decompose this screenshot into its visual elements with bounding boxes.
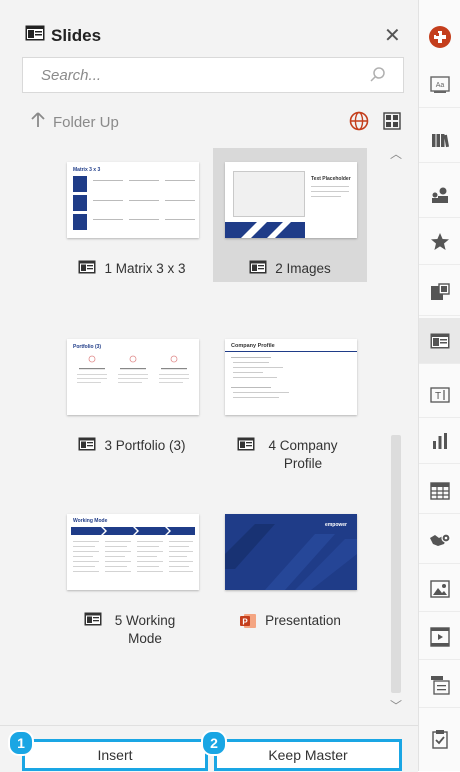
slide-thumbnail: Matrix 3 x 3: [67, 162, 199, 238]
smartart-icon[interactable]: [419, 270, 460, 316]
slide-thumbnail: Portfolio (3): [67, 339, 199, 415]
slide-tile-images[interactable]: Text Placeholder 2 Images: [213, 148, 367, 282]
slide-thumbnail: Company Profile: [225, 339, 357, 415]
slide-name: 2 Images: [275, 261, 331, 276]
panel-header: Slides ✕ Folder Up: [0, 0, 418, 140]
insert-button-label: Insert: [97, 747, 133, 763]
insert-button[interactable]: Insert: [22, 739, 208, 771]
slide-tile-portfolio[interactable]: Portfolio (3) 3 Portfolio (3): [55, 325, 209, 475]
keep-master-button[interactable]: Keep Master: [214, 739, 402, 771]
thumb-title: Working Mode: [73, 518, 108, 524]
search-icon[interactable]: [369, 66, 387, 89]
text-library-icon[interactable]: Aa: [419, 62, 460, 108]
thumb-title: Portfolio (3): [73, 344, 102, 350]
keep-master-button-label: Keep Master: [268, 747, 348, 763]
scroll-up-icon[interactable]: ︿: [390, 145, 402, 162]
panel-title-text: Slides: [51, 25, 102, 45]
slides-icon[interactable]: [419, 318, 460, 364]
powerpoint-icon: P: [239, 612, 257, 635]
svg-text:Aa: Aa: [436, 82, 445, 89]
slide-name: 1 Matrix 3 x 3: [104, 261, 186, 276]
slide-tile-working-mode[interactable]: Working Mode 5 Working Mode: [55, 500, 209, 650]
globe-icon[interactable]: [349, 111, 369, 136]
step-badge-2: 2: [201, 730, 227, 756]
slide-thumbnail: Working Mode: [67, 514, 199, 590]
slide-name: Presentation: [265, 613, 341, 628]
svg-text:T: T: [435, 391, 441, 402]
slide-layout-icon: [78, 260, 96, 279]
image-icon[interactable]: [419, 566, 460, 612]
people-icon[interactable]: [419, 172, 460, 218]
slide-name: 5 Working Mode: [114, 613, 176, 646]
star-icon[interactable]: [419, 219, 460, 265]
search-input[interactable]: [23, 58, 361, 92]
right-toolbar: Aa T: [418, 0, 460, 771]
close-icon[interactable]: ✕: [384, 26, 401, 46]
slides-panel: Slides ✕ Folder Up ︿ ﹀ Matr: [0, 0, 418, 772]
panel-footer: Insert Keep Master 1 2: [0, 725, 418, 772]
slide-layout-icon: [249, 260, 267, 279]
slide-tile-label: 4 Company Profile: [213, 437, 367, 473]
app-logo-icon[interactable]: [419, 14, 460, 60]
map-icon[interactable]: [419, 518, 460, 564]
slide-layout-icon: [84, 612, 102, 631]
books-icon[interactable]: [419, 117, 460, 163]
folder-up-button[interactable]: Folder Up: [31, 112, 119, 132]
svg-text:P: P: [242, 617, 248, 626]
slide-tile-label: 5 Working Mode: [55, 612, 209, 648]
slide-tile-label: P Presentation: [213, 612, 367, 635]
slide-tile-label: 1 Matrix 3 x 3: [55, 260, 209, 279]
panel-title: Slides: [25, 25, 101, 46]
video-icon[interactable]: [419, 614, 460, 660]
folder-up-label: Folder Up: [53, 113, 119, 131]
slide-tile-company-profile[interactable]: Company Profile 4 Company Profile: [213, 325, 367, 475]
agenda-icon[interactable]: [419, 662, 460, 708]
slide-name: 3 Portfolio (3): [104, 438, 186, 453]
slide-name: 4 Company Profile: [268, 438, 338, 471]
slide-gallery[interactable]: ︿ ﹀ Matrix 3 x 3 1 Matrix 3 x 3 Text Pla…: [0, 140, 418, 718]
scrollbar-thumb[interactable]: [391, 435, 401, 693]
arrow-up-icon: [31, 112, 45, 132]
slide-tile-label: 3 Portfolio (3): [55, 437, 209, 456]
textbox-icon[interactable]: T: [419, 372, 460, 418]
check-icon[interactable]: [419, 716, 460, 762]
chart-icon[interactable]: [419, 418, 460, 464]
thumb-title: Text Placeholder: [311, 176, 351, 182]
slide-tile-matrix[interactable]: Matrix 3 x 3 1 Matrix 3 x 3: [55, 148, 209, 282]
slide-layout-icon: [78, 437, 96, 456]
slide-tile-label: 2 Images: [213, 260, 367, 279]
search-box[interactable]: [22, 57, 404, 93]
thumb-title: Matrix 3 x 3: [73, 167, 101, 173]
scroll-down-icon[interactable]: ﹀: [390, 697, 402, 714]
step-badge-1: 1: [8, 730, 34, 756]
table-icon[interactable]: [419, 468, 460, 514]
slide-thumbnail: Text Placeholder: [225, 162, 357, 238]
thumb-title: empower: [325, 522, 347, 528]
slide-tile-presentation[interactable]: empower P Presentation: [213, 500, 367, 650]
slide-layout-icon: [237, 437, 255, 456]
grid-view-icon[interactable]: [383, 112, 401, 135]
slides-icon: [25, 25, 45, 46]
slide-thumbnail: empower: [225, 514, 357, 590]
thumb-title: Company Profile: [231, 343, 275, 349]
